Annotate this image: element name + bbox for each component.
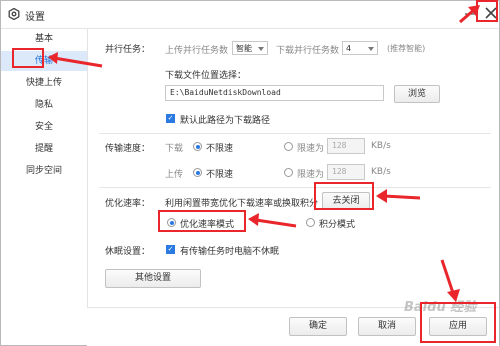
upload-limit-label: 限速为 bbox=[297, 170, 325, 180]
default-path-label: 默认此路径为下载路径 bbox=[180, 116, 271, 126]
upload-limit-radio[interactable] bbox=[284, 168, 293, 177]
annotation-arrow-transfer bbox=[48, 52, 103, 68]
window-title: 设置 bbox=[25, 12, 45, 23]
sidebar: 基本 传输 快捷上传 隐私 安全 提醒 同步空间 bbox=[1, 29, 88, 345]
download-limit-radio[interactable] bbox=[284, 142, 293, 151]
sidebar-item-security[interactable]: 安全 bbox=[1, 117, 87, 137]
sidebar-item-quick-upload[interactable]: 快捷上传 bbox=[1, 73, 87, 93]
title-bar: 设置 bbox=[1, 1, 499, 29]
points-mode-label: 积分模式 bbox=[319, 220, 356, 230]
annotation-box-apply bbox=[420, 302, 496, 343]
other-settings-button[interactable]: 其他设置 bbox=[105, 269, 201, 288]
annotation-box-speed-mode bbox=[158, 210, 246, 232]
download-limit-label: 限速为 bbox=[297, 144, 325, 154]
cancel-button[interactable]: 取消 bbox=[358, 317, 416, 336]
browse-button[interactable]: 浏览 bbox=[394, 85, 440, 103]
upload-speed-label: 上传 bbox=[165, 170, 184, 180]
chevron-down-icon bbox=[368, 47, 374, 51]
download-unlimited-radio[interactable] bbox=[193, 142, 202, 151]
default-path-checkbox[interactable]: ✓ bbox=[166, 114, 175, 123]
annotation-arrow-turn-off bbox=[376, 189, 421, 203]
optimize-description: 利用闲置带宽优化下载速率或换取积分 bbox=[165, 199, 319, 209]
sleep-settings-label: 休眠设置： bbox=[105, 247, 151, 257]
upload-parallel-label: 上传并行任务数 bbox=[165, 46, 229, 56]
divider bbox=[99, 133, 491, 134]
sidebar-item-basic[interactable]: 基本 bbox=[1, 29, 87, 49]
annotation-arrow-apply bbox=[440, 259, 460, 302]
download-parallel-label: 下载并行任务数 bbox=[276, 46, 340, 56]
sidebar-item-privacy[interactable]: 隐私 bbox=[1, 95, 87, 115]
chevron-down-icon bbox=[258, 47, 264, 51]
download-unlimited-label: 不限速 bbox=[206, 144, 234, 154]
no-sleep-label: 有传输任务时电脑不休眠 bbox=[180, 247, 280, 257]
parallel-tasks-label: 并行任务： bbox=[105, 45, 151, 55]
annotation-arrow-close bbox=[459, 5, 480, 24]
upload-parallel-select[interactable]: 智能 bbox=[232, 41, 268, 55]
points-mode-radio[interactable] bbox=[306, 218, 315, 227]
download-parallel-value: 4 bbox=[346, 44, 352, 53]
settings-gear-icon bbox=[8, 8, 20, 20]
download-unit-label: KB/s bbox=[371, 141, 391, 151]
download-path-input[interactable]: E:\BaiduNetdiskDownload bbox=[165, 85, 384, 101]
annotation-arrow-speed-mode bbox=[248, 213, 297, 228]
sidebar-item-reminder[interactable]: 提醒 bbox=[1, 139, 87, 159]
upload-parallel-value: 智能 bbox=[236, 44, 252, 53]
upload-unlimited-radio[interactable] bbox=[193, 168, 202, 177]
recommend-hint: (推荐智能) bbox=[387, 44, 426, 53]
download-parallel-select[interactable]: 4 bbox=[342, 41, 378, 55]
ok-button[interactable]: 确定 bbox=[289, 317, 347, 336]
upload-unit-label: KB/s bbox=[371, 167, 391, 177]
download-speed-label: 下载 bbox=[165, 144, 184, 154]
annotation-box-transfer bbox=[12, 48, 44, 68]
annotation-box-turn-off bbox=[314, 182, 374, 210]
download-limit-input[interactable]: 128 bbox=[327, 138, 365, 154]
optimize-rate-label: 优化速率： bbox=[105, 199, 151, 209]
upload-limit-input[interactable]: 128 bbox=[327, 164, 365, 180]
no-sleep-checkbox[interactable]: ✓ bbox=[166, 245, 175, 254]
transfer-speed-label: 传输速度： bbox=[105, 144, 151, 154]
sidebar-item-sync-space[interactable]: 同步空间 bbox=[1, 161, 87, 181]
upload-unlimited-label: 不限速 bbox=[206, 170, 234, 180]
download-location-label: 下载文件位置选择： bbox=[165, 71, 247, 81]
divider bbox=[99, 187, 491, 188]
